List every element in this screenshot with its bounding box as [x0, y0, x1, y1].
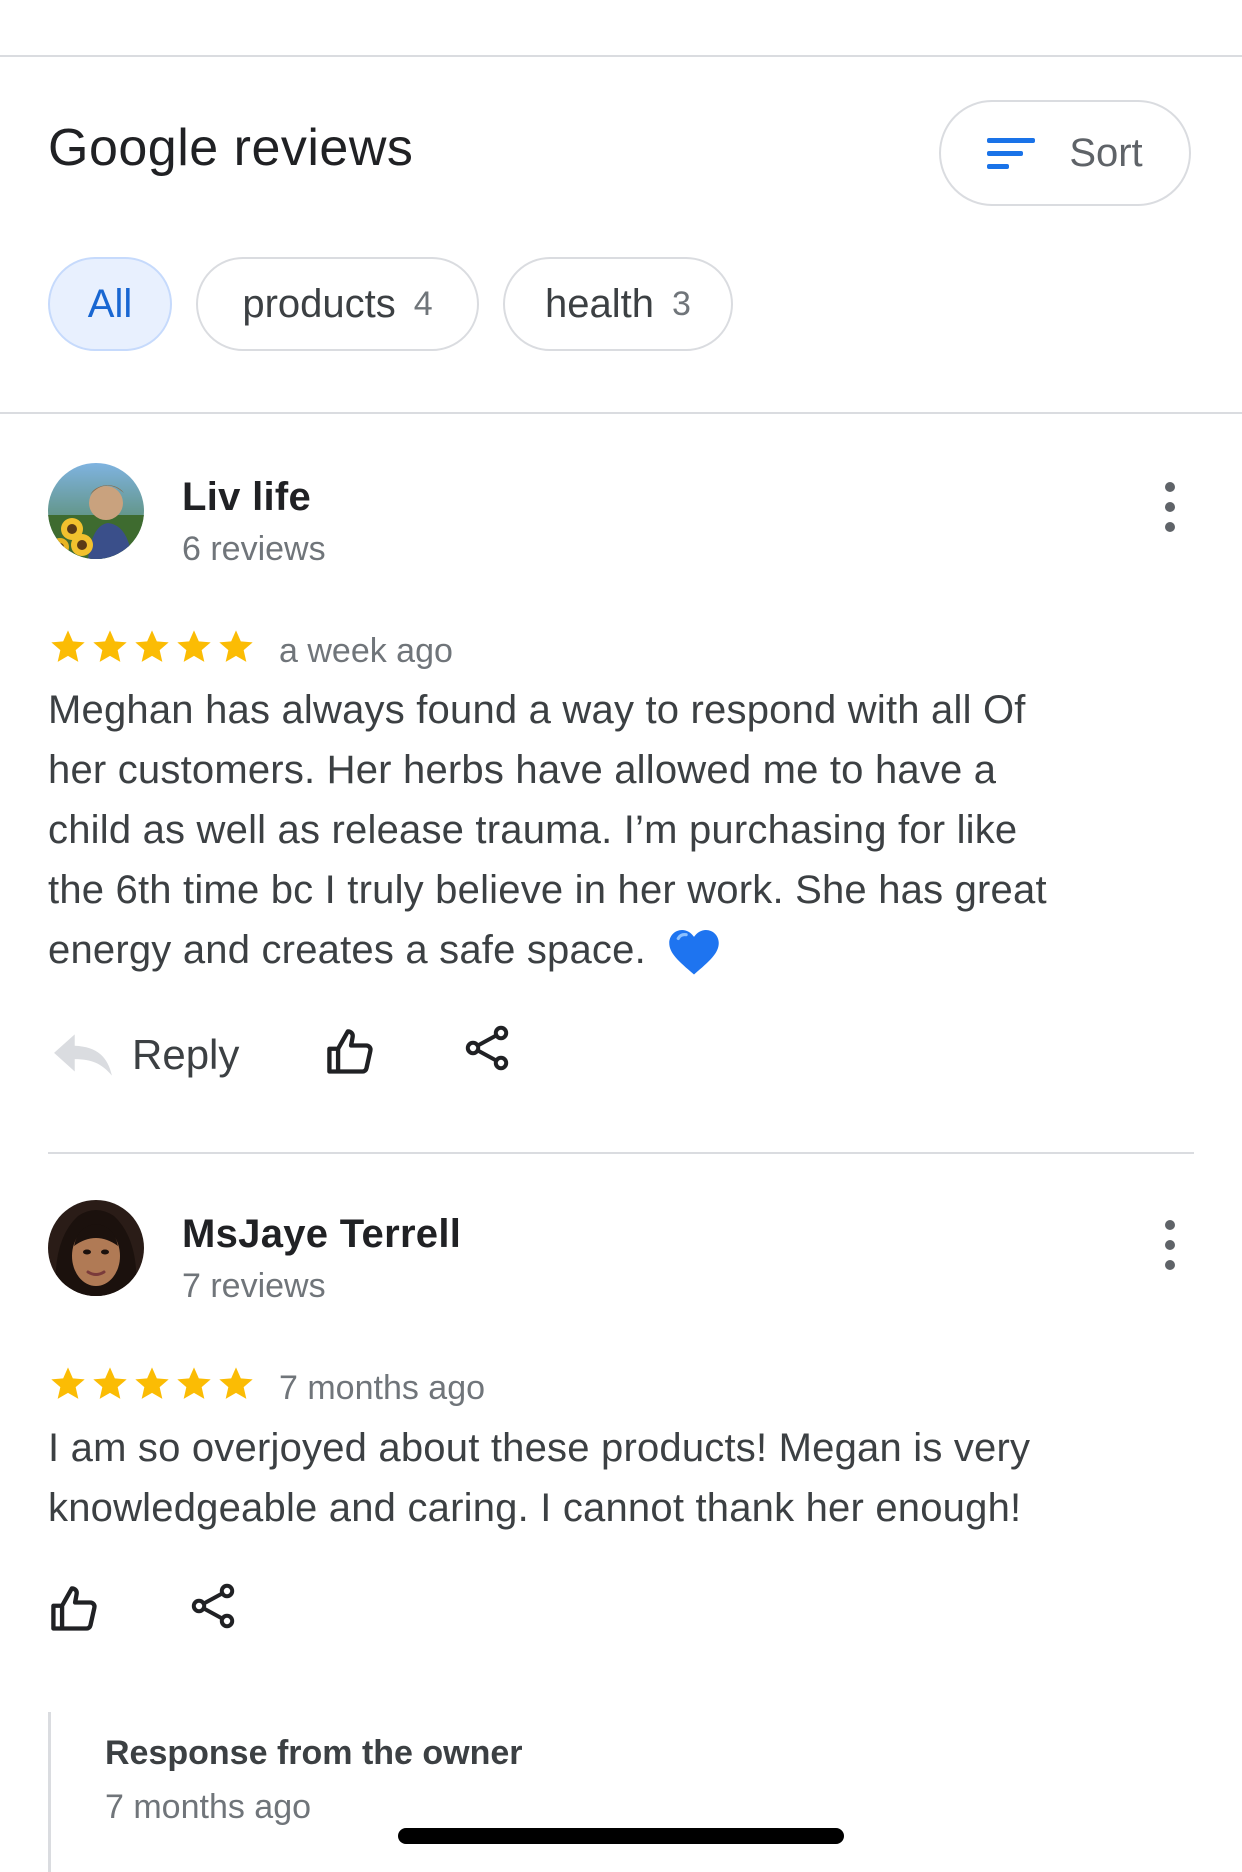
blue-heart-icon	[669, 930, 719, 975]
top-divider	[0, 55, 1242, 57]
sort-icon	[987, 136, 1037, 170]
review-text: I am so overjoyed about these products! …	[48, 1418, 1168, 1538]
share-icon	[465, 1025, 509, 1071]
star-rating	[48, 1364, 256, 1408]
filter-chip-products[interactable]: products 4	[196, 257, 479, 351]
filter-chip-count: 4	[413, 284, 433, 323]
author-review-count: 6 reviews	[182, 530, 326, 568]
section-divider	[0, 412, 1242, 414]
review-text-line: Meghan has always found a way to respond…	[48, 688, 1026, 732]
avatar[interactable]	[48, 1200, 144, 1296]
owner-response: Response from the owner 7 months ago	[48, 1712, 1148, 1872]
thumb-up-icon	[327, 1029, 373, 1074]
review-text-line: her customers. Her herbs have allowed me…	[48, 748, 997, 792]
sort-button[interactable]: Sort	[939, 100, 1191, 206]
review-text-line: I am so overjoyed about these products! …	[48, 1426, 1031, 1470]
page-title: Google reviews	[48, 119, 414, 177]
star-icon	[51, 630, 85, 662]
review-text-line: knowledgeable and caring. I cannot thank…	[48, 1486, 1022, 1530]
filter-chip-health[interactable]: health 3	[503, 257, 733, 351]
star-icon	[219, 1367, 253, 1399]
star-icon	[93, 630, 127, 662]
reply-icon	[54, 1034, 112, 1076]
filter-chip-count: 3	[672, 284, 691, 323]
review-time: 7 months ago	[279, 1369, 486, 1407]
author-name[interactable]: MsJaye Terrell	[182, 1212, 461, 1257]
review-text-line: the 6th time bc I truly believe in her w…	[48, 868, 1047, 912]
star-icon	[51, 1367, 85, 1399]
thumb-up-icon	[51, 1586, 97, 1631]
star-icon	[219, 630, 253, 662]
filter-chip-label: All	[87, 281, 133, 326]
owner-response-title: Response from the owner	[105, 1734, 523, 1772]
like-button[interactable]	[48, 1583, 100, 1635]
review-time: a week ago	[279, 632, 453, 670]
like-button[interactable]	[324, 1026, 376, 1078]
sort-label: Sort	[1069, 130, 1143, 175]
star-icon	[93, 1367, 127, 1399]
review-text-line: child as well as release trauma. I’m pur…	[48, 808, 1018, 852]
more-vert-icon[interactable]	[1155, 482, 1185, 532]
share-button[interactable]	[464, 1024, 512, 1072]
share-icon	[191, 1583, 235, 1629]
star-icon	[177, 630, 211, 662]
avatar[interactable]	[48, 463, 144, 559]
review-text: Meghan has always found a way to respond…	[48, 680, 1168, 980]
star-icon	[135, 630, 169, 662]
reply-label: Reply	[132, 1031, 240, 1078]
filter-chip-all[interactable]: All	[48, 257, 172, 351]
star-rating	[48, 627, 256, 671]
filter-chip-label: health	[545, 281, 655, 326]
author-review-count: 7 reviews	[182, 1267, 326, 1305]
home-indicator[interactable]	[398, 1828, 844, 1844]
share-button[interactable]	[190, 1582, 238, 1630]
author-name[interactable]: Liv life	[182, 475, 311, 520]
filter-chip-label: products	[242, 281, 396, 326]
reply-button[interactable]: Reply	[52, 1030, 239, 1080]
owner-response-time: 7 months ago	[105, 1788, 312, 1826]
star-icon	[177, 1367, 211, 1399]
review-text-line: energy and creates a safe space.	[48, 928, 646, 972]
more-vert-icon[interactable]	[1155, 1220, 1185, 1270]
star-icon	[135, 1367, 169, 1399]
review-divider	[48, 1152, 1194, 1154]
